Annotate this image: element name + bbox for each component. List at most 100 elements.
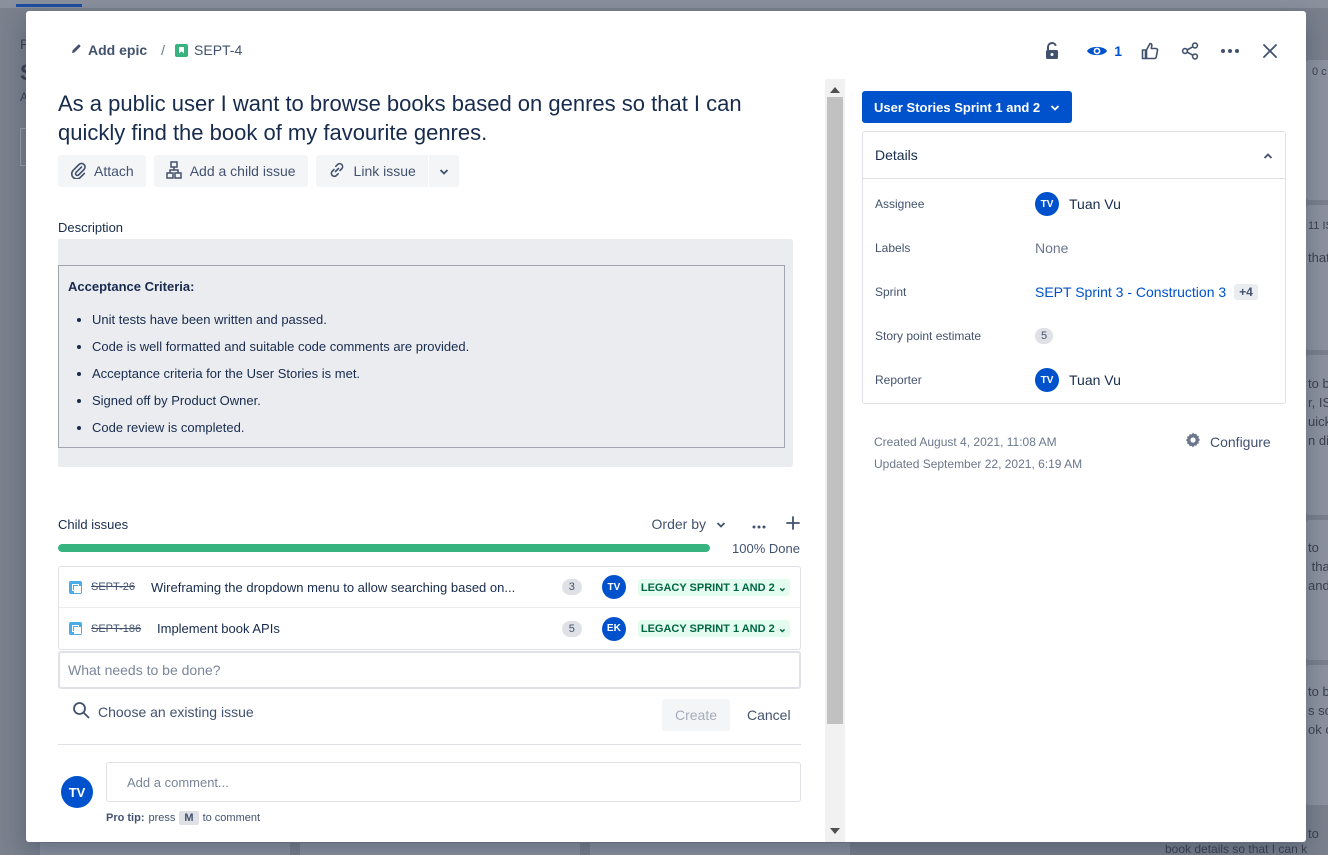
status-transition-button[interactable]: User Stories Sprint 1 and 2	[862, 91, 1073, 123]
issue-dates: Created August 4, 2021, 11:08 AM Updated…	[874, 431, 1082, 475]
child-issues-list: SEPT-26 Wireframing the dropdown menu to…	[58, 566, 801, 650]
child-story-points: 5	[561, 620, 582, 637]
configure-button[interactable]: Configure	[1184, 431, 1271, 452]
details-header[interactable]: Details	[863, 132, 1285, 179]
new-child-issue-input[interactable]	[58, 651, 801, 689]
more-icon	[1220, 48, 1240, 54]
chevron-down-icon	[1050, 100, 1060, 115]
subtask-icon	[69, 622, 82, 635]
field-label: Story point estimate	[875, 329, 982, 343]
child-status-label: LEGACY SPRINT 1 AND 2	[640, 581, 775, 594]
description-label: Description	[58, 220, 124, 235]
child-issue-key[interactable]: SEPT-186	[91, 623, 157, 635]
created-date: Created August 4, 2021, 11:08 AM	[874, 435, 1057, 449]
child-issue-row[interactable]: SEPT-26 Wireframing the dropdown menu to…	[59, 567, 800, 608]
cancel-button[interactable]: Cancel	[738, 699, 800, 731]
backdrop-card	[1306, 60, 1328, 200]
protip-rest: to comment	[202, 812, 261, 824]
scroll-up-arrow[interactable]	[830, 87, 840, 93]
child-assignee-avatar[interactable]: EK	[601, 616, 626, 641]
paperclip-icon	[70, 161, 86, 182]
configure-label: Configure	[1210, 433, 1271, 450]
attach-button[interactable]: Attach	[58, 155, 146, 187]
order-by-dropdown[interactable]: Order by	[652, 516, 726, 532]
child-more-button[interactable]	[752, 516, 766, 532]
more-actions-button[interactable]	[1212, 39, 1248, 63]
add-epic-link[interactable]: Add epic	[70, 42, 147, 58]
reporter-value[interactable]: TV Tuan Vu	[1035, 368, 1121, 392]
status-label: User Stories Sprint 1 and 2	[874, 99, 1041, 115]
watch-button[interactable]: 1	[1080, 39, 1128, 63]
backdrop-text: to	[1308, 826, 1319, 841]
child-issue-row[interactable]: SEPT-186 Implement book APIs 5 EK LEGACY…	[59, 608, 800, 649]
child-issues-controls: Order by	[652, 515, 800, 533]
thumbs-up-icon	[1141, 42, 1159, 60]
avatar: TV	[1035, 192, 1059, 216]
backdrop-text: 0 c	[1312, 66, 1327, 78]
comment-input[interactable]: Add a comment...	[106, 762, 801, 802]
watch-count: 1	[1114, 43, 1122, 59]
search-icon	[72, 701, 90, 722]
assignee-value[interactable]: TV Tuan Vu	[1035, 192, 1121, 216]
issue-title[interactable]: As a public user I want to browse books …	[58, 89, 778, 147]
scroll-down-arrow[interactable]	[830, 828, 840, 834]
child-issue-summary[interactable]: Wireframing the dropdown menu to allow s…	[151, 580, 551, 595]
sprint-value[interactable]: SEPT Sprint 3 - Construction 3 +4	[1035, 284, 1258, 300]
field-label: Reporter	[875, 373, 922, 387]
issue-key: SEPT-4	[194, 42, 243, 58]
backdrop-text: that	[1308, 250, 1328, 265]
backdrop-nav-strip	[0, 0, 1328, 8]
scrollbar[interactable]	[825, 79, 845, 842]
criteria-item: Code review is completed.	[92, 420, 775, 436]
child-status-label: LEGACY SPRINT 1 AND 2	[640, 623, 775, 635]
chevron-down-icon: ⌄	[777, 581, 787, 594]
backdrop-text: to b r, IS uick n dif	[1308, 376, 1328, 448]
restrictions-button[interactable]	[1034, 39, 1070, 63]
add-child-issue-button[interactable]: Add a child issue	[153, 155, 308, 187]
story-icon	[175, 43, 189, 57]
sprint-more-badge[interactable]: +4	[1234, 284, 1258, 300]
criteria-item: Signed off by Product Owner.	[92, 393, 775, 409]
child-issues-label: Child issues	[58, 516, 129, 532]
comment-pro-tip: Pro tip: press M to comment	[106, 811, 260, 825]
close-button[interactable]	[1252, 39, 1288, 63]
backdrop-text: to b s so ok c	[1308, 684, 1328, 737]
sprint-link[interactable]: SEPT Sprint 3 - Construction 3	[1035, 284, 1226, 300]
protip-label: Pro tip:	[106, 812, 145, 824]
progress-bar-fill	[58, 544, 710, 552]
more-toolbar-dropdown[interactable]	[428, 155, 459, 187]
labels-value[interactable]: None	[1035, 240, 1068, 256]
sprint-field: Sprint SEPT Sprint 3 - Construction 3 +4	[875, 278, 1275, 306]
child-issue-key[interactable]: SEPT-26	[91, 581, 151, 593]
child-issue-summary[interactable]: Implement book APIs	[157, 621, 557, 636]
child-assignee-avatar[interactable]: TV	[601, 575, 626, 599]
story-points-field: Story point estimate 5	[875, 322, 1275, 350]
add-child-button[interactable]	[786, 515, 800, 533]
unlock-icon	[1045, 42, 1059, 60]
link-issue-button[interactable]: Link issue	[315, 155, 428, 187]
description-panel: Acceptance Criteria: Unit tests have bee…	[58, 265, 785, 448]
subtask-icon	[69, 580, 82, 594]
share-button[interactable]	[1172, 39, 1208, 63]
child-status-lozenge[interactable]: LEGACY SPRINT 1 AND 2 ⌄	[637, 620, 790, 637]
backdrop-text: to tha and g	[1308, 540, 1328, 593]
issue-main-column: As a public user I want to browse books …	[58, 87, 803, 842]
details-panel: Details Assignee TV Tuan Vu Labels None …	[862, 131, 1286, 404]
issue-actions: 1	[1030, 39, 1288, 63]
story-points-value[interactable]: 5	[1035, 328, 1053, 344]
choose-existing-issue-button[interactable]: Choose an existing issue	[72, 701, 254, 722]
add-epic-label: Add epic	[88, 42, 148, 58]
child-progress: 100% Done	[58, 539, 800, 557]
issue-key-link[interactable]: SEPT-4	[175, 42, 242, 58]
child-status-lozenge[interactable]: LEGACY SPRINT 1 AND 2 ⌄	[637, 578, 790, 596]
chevron-up-icon	[1263, 147, 1273, 163]
plus-icon	[786, 515, 800, 530]
acceptance-criteria-heading: Acceptance Criteria:	[68, 279, 195, 294]
criteria-item: Unit tests have been written and passed.	[92, 312, 775, 328]
backdrop-text: book details so that I can k	[1165, 842, 1308, 855]
add-child-label: Add a child issue	[189, 163, 296, 179]
vote-button[interactable]	[1132, 39, 1168, 63]
create-button[interactable]: Create	[662, 699, 731, 731]
scroll-thumb[interactable]	[827, 97, 843, 724]
field-label: Labels	[875, 241, 911, 255]
